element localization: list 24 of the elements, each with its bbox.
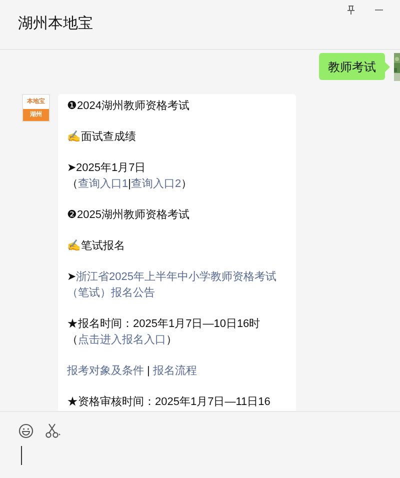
link[interactable]: 报名流程 — [152, 365, 197, 377]
link[interactable]: 查询入口1 — [78, 178, 128, 190]
message-text: （查询入口1|查询入口2） — [67, 177, 194, 192]
pin-icon[interactable] — [347, 5, 355, 15]
message-bubble: 教师考试 — [319, 53, 385, 80]
message-text: ★资格审核时间：2025年1月7日—11日16 — [67, 394, 272, 410]
message-text: ✍笔试报名 — [67, 238, 126, 254]
link[interactable]: 浙江省2025年上半年中小学教师资格考试 — [76, 271, 276, 283]
message-text: ➤2025年1月7日 — [67, 161, 147, 176]
link[interactable]: 查询入口2 — [130, 178, 182, 190]
minimize-icon[interactable] — [375, 9, 383, 11]
link[interactable]: （笔试）报名公告 — [67, 287, 155, 299]
message-text: （点击进入报名入口） — [67, 332, 178, 348]
message-text: ❶2024湖州教师资格考试 — [67, 99, 190, 114]
link[interactable]: 报考对象及条件 — [67, 365, 144, 377]
message-text: ★报名时间：2025年1月7日—10日16时 — [67, 317, 262, 332]
scissors-icon[interactable] — [45, 423, 61, 439]
message-text: 报考对象及条件 | 报名流程 — [67, 364, 198, 379]
message-text: ➤浙江省2025年上半年中小学教师资格考试 — [67, 270, 278, 285]
window-title: 湖州本地宝 — [18, 14, 93, 34]
message-text: ✍面试查成绩 — [67, 130, 137, 145]
message-text: ❷2025湖州教师资格考试 — [67, 208, 190, 223]
link[interactable]: 点击进入报名入口 — [78, 334, 166, 346]
emoji-icon[interactable] — [18, 423, 34, 439]
